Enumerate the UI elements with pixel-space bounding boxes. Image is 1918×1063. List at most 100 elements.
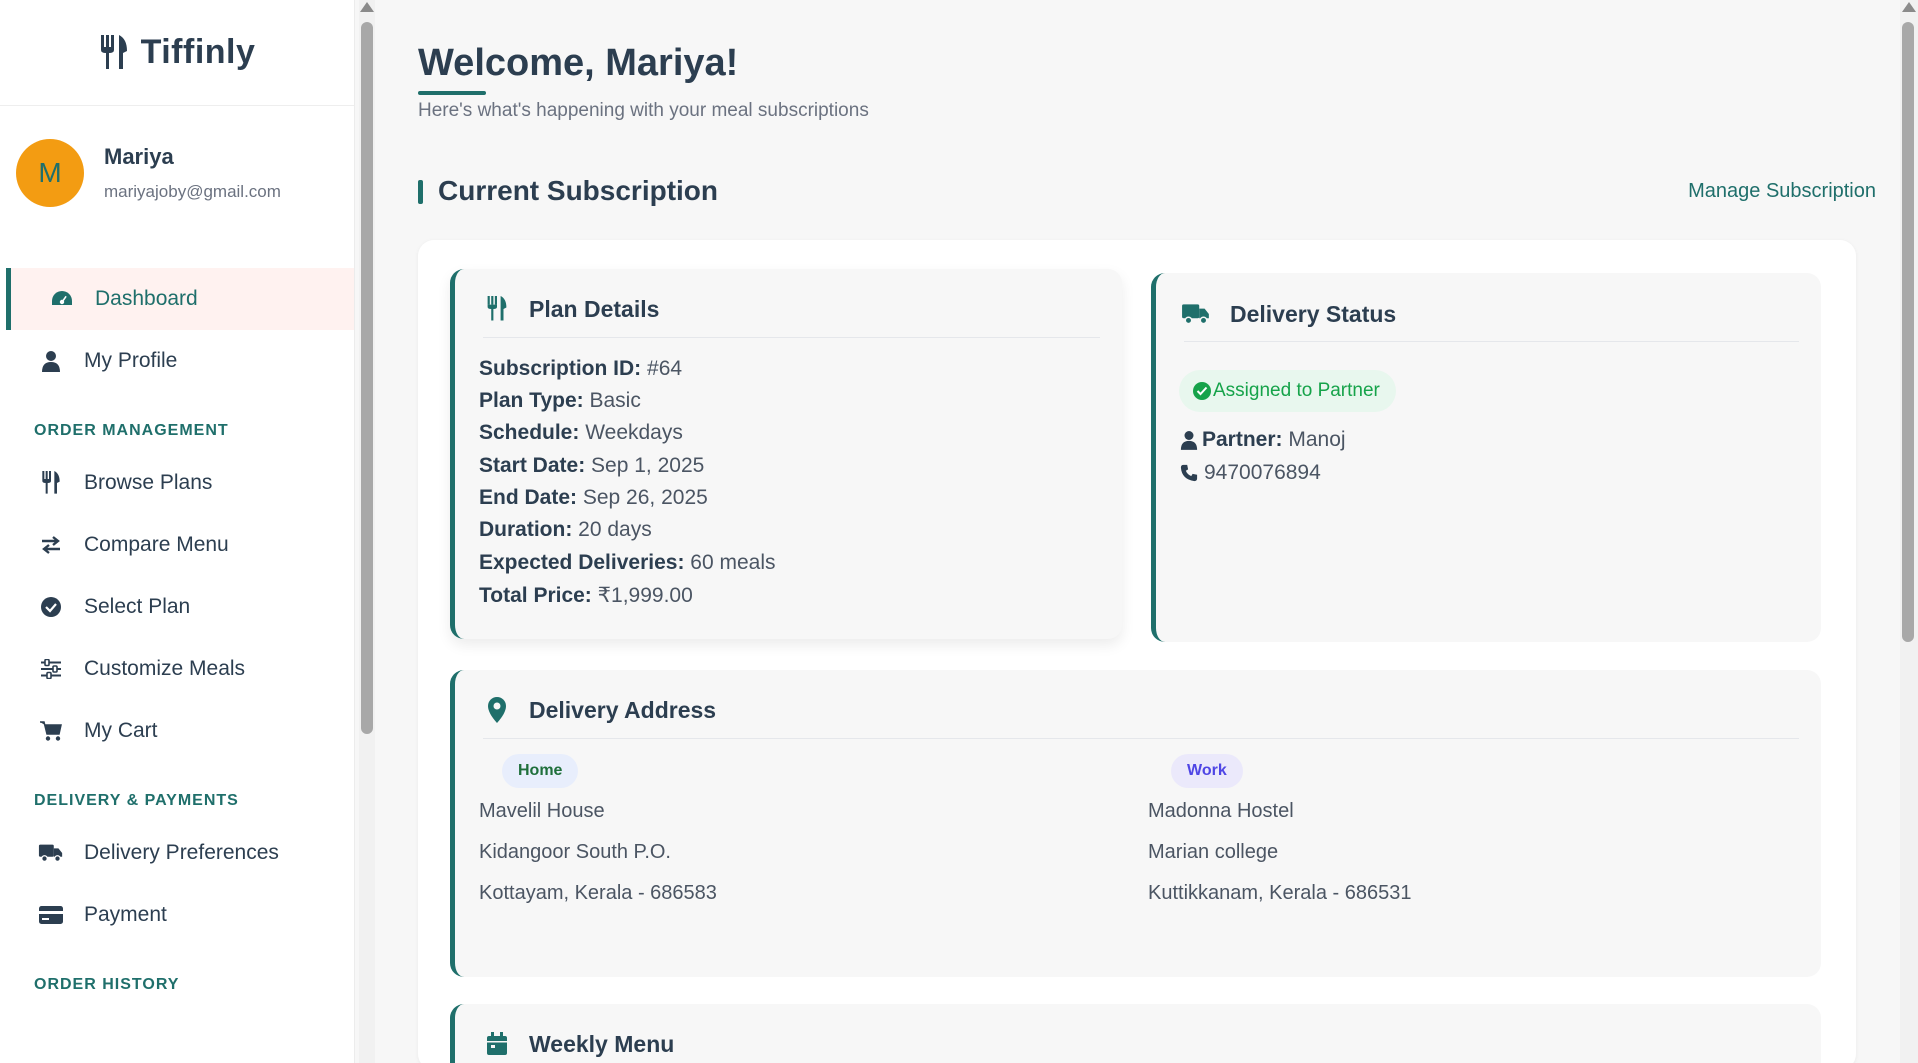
main-content: Welcome, Mariya! Here's what's happening…: [378, 0, 1898, 1063]
sidebar-item-dashboard[interactable]: Dashboard: [6, 268, 354, 330]
page-subtitle: Here's what's happening with your meal s…: [418, 100, 869, 121]
sidebar-item-payment[interactable]: Payment: [0, 884, 354, 946]
card-divider: [483, 738, 1799, 739]
field-label: Expected Deliveries:: [479, 551, 685, 574]
deliveries-row: Expected Deliveries: 60 meals: [479, 551, 776, 575]
home-address-line2: Kidangoor South P.O.: [479, 841, 671, 863]
sidebar-item-my-cart[interactable]: My Cart: [0, 700, 354, 762]
credit-card-icon: [38, 902, 64, 928]
status-text: Assigned to Partner: [1213, 380, 1380, 401]
duration-value: 20 days: [578, 518, 652, 541]
sidebar-item-label: Compare Menu: [84, 533, 229, 556]
card-title: Delivery Address: [529, 696, 717, 723]
deliveries-value: 60 meals: [690, 551, 776, 574]
field-label: Subscription ID:: [479, 357, 642, 380]
card-title: Plan Details: [529, 295, 660, 322]
nav-section-history: ORDER HISTORY: [34, 976, 180, 993]
sidebar-item-label: Delivery Preferences: [84, 841, 279, 864]
gauge-icon: [49, 286, 75, 312]
main-scroll-thumb[interactable]: [1902, 22, 1914, 642]
truck-icon: [1180, 300, 1212, 328]
exchange-icon: [38, 532, 64, 558]
delivery-status-card: Delivery Status Assigned to Partner Part…: [1151, 273, 1821, 642]
sidebar-item-customize-meals[interactable]: Customize Meals: [0, 638, 354, 700]
start-date-row: Start Date: Sep 1, 2025: [479, 454, 704, 478]
work-address-line2: Marian college: [1148, 841, 1279, 863]
plan-type-value: Basic: [589, 389, 641, 412]
sidebar-item-label: Browse Plans: [84, 471, 213, 494]
sidebar-item-label: Payment: [84, 903, 167, 926]
plan-details-card: Plan Details Subscription ID: #64 Plan T…: [450, 269, 1122, 639]
nav-section-order: ORDER MANAGEMENT: [34, 422, 229, 439]
status-badge: Assigned to Partner: [1179, 370, 1396, 412]
duration-row: Duration: 20 days: [479, 518, 652, 542]
utensils-icon: [38, 470, 64, 496]
check-circle-icon: [1193, 382, 1211, 400]
schedule-value: Weekdays: [585, 421, 683, 444]
work-address-line3: Kuttikkanam, Kerala - 686531: [1148, 882, 1412, 904]
utensils-icon: [99, 34, 129, 71]
map-pin-icon: [483, 696, 511, 724]
total-price-row: Total Price: ₹1,999.00: [479, 583, 693, 608]
scroll-up-arrow-icon[interactable]: [360, 2, 374, 12]
subscription-id-value: #64: [647, 357, 683, 380]
subscription-id-row: Subscription ID: #64: [479, 357, 682, 381]
utensils-icon: [483, 295, 511, 323]
address-tag-home: Home: [502, 754, 579, 788]
sidebar-item-label: Customize Meals: [84, 657, 246, 680]
user-email: mariyajoby@gmail.com: [104, 182, 281, 201]
field-label: End Date:: [479, 486, 578, 509]
card-title: Delivery Status: [1230, 300, 1397, 327]
start-date-value: Sep 1, 2025: [591, 454, 705, 477]
end-date-value: Sep 26, 2025: [582, 486, 708, 509]
user-icon: [1180, 430, 1198, 450]
partner-phone[interactable]: 9470076894: [1204, 461, 1321, 485]
brand-name: Tiffinly: [140, 33, 256, 71]
user-name: Mariya: [104, 144, 174, 169]
field-label: Total Price:: [479, 584, 592, 607]
avatar[interactable]: M: [16, 139, 84, 207]
phone-row: 9470076894: [1180, 461, 1321, 485]
partner-row: Partner: Manoj: [1180, 428, 1346, 452]
field-label: Start Date:: [479, 454, 586, 477]
total-price-value: ₹1,999.00: [597, 584, 693, 607]
schedule-row: Schedule: Weekdays: [479, 421, 683, 445]
sidebar-item-label: Dashboard: [95, 287, 198, 310]
sidebar-nav: Dashboard My Profile ORDER MANAGEMENT Br…: [0, 266, 354, 994]
manage-subscription-link[interactable]: Manage Subscription: [1688, 180, 1876, 203]
weekly-menu-card: Weekly Menu: [450, 1004, 1821, 1063]
partner-name: Manoj: [1288, 428, 1346, 451]
sidebar-item-label: Select Plan: [84, 595, 191, 618]
sidebar-item-delivery-preferences[interactable]: Delivery Preferences: [0, 822, 354, 884]
sidebar-item-label: My Cart: [84, 719, 158, 742]
user-icon: [38, 348, 64, 374]
sidebar-item-select-plan[interactable]: Select Plan: [0, 576, 354, 638]
section-accent-bar: [418, 180, 423, 204]
home-address-line1: Mavelil House: [479, 800, 605, 822]
brand[interactable]: Tiffinly: [0, 0, 354, 106]
field-label: Schedule:: [479, 421, 580, 444]
sidebar: Tiffinly M Mariya mariyajoby@gmail.com D…: [0, 0, 355, 1063]
scroll-up-arrow-icon[interactable]: [1902, 2, 1916, 12]
phone-icon: [1180, 464, 1198, 482]
title-underline: [418, 91, 486, 95]
card-divider: [483, 337, 1100, 338]
user-card: M Mariya mariyajoby@gmail.com: [0, 106, 354, 266]
sidebar-scroll-thumb[interactable]: [361, 22, 373, 734]
sidebar-item-profile[interactable]: My Profile: [0, 330, 354, 392]
plan-type-row: Plan Type: Basic: [479, 389, 641, 413]
sidebar-item-label: My Profile: [84, 349, 178, 372]
home-address-line3: Kottayam, Kerala - 686583: [479, 882, 717, 904]
field-label: Plan Type:: [479, 389, 584, 412]
card-divider: [1184, 341, 1799, 342]
truck-icon: [38, 840, 64, 866]
card-title: Weekly Menu: [529, 1030, 675, 1057]
end-date-row: End Date: Sep 26, 2025: [479, 486, 708, 510]
cart-icon: [38, 718, 64, 744]
address-tag-work: Work: [1171, 754, 1243, 788]
field-label: Partner:: [1202, 428, 1283, 451]
sidebar-item-compare-menu[interactable]: Compare Menu: [0, 514, 354, 576]
sidebar-item-browse-plans[interactable]: Browse Plans: [0, 452, 354, 514]
delivery-address-card: Delivery Address Home Mavelil House Kida…: [450, 670, 1821, 977]
calendar-icon: [483, 1030, 511, 1058]
